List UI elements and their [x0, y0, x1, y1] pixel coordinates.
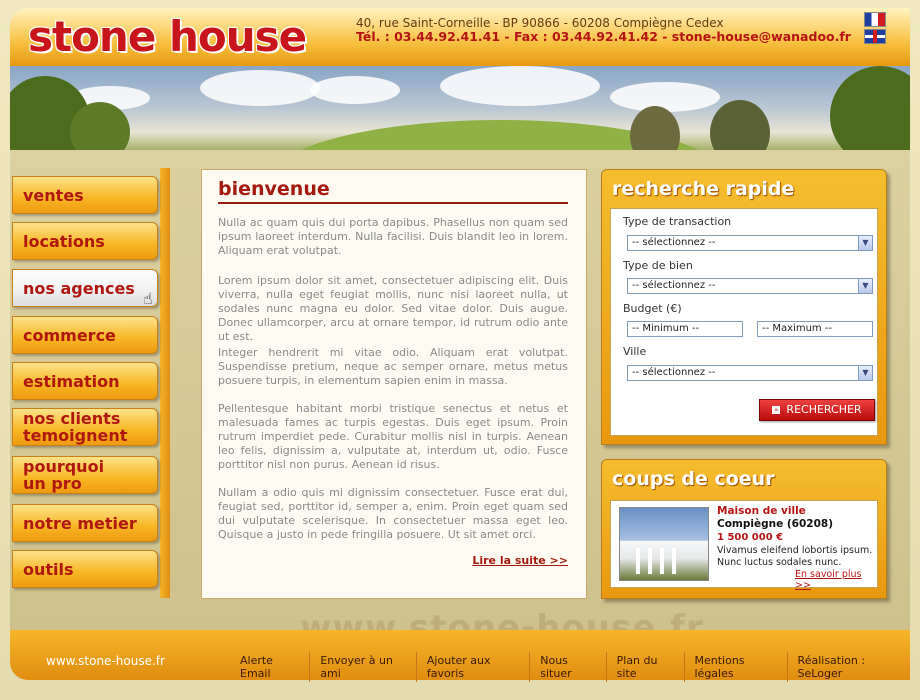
bien-select[interactable]: -- sélectionnez -- ▼ [627, 278, 873, 294]
nav-item-ventes[interactable]: ventes [12, 176, 158, 214]
property-image[interactable] [619, 507, 709, 581]
chevron-down-icon: ▼ [858, 236, 872, 250]
min-value: -- Minimum -- [632, 323, 700, 334]
chevron-right-icon: » [772, 406, 781, 414]
footer-link[interactable]: Mentions légales [683, 652, 787, 682]
nav-item-outils[interactable]: outils [12, 550, 158, 588]
budget-min-input[interactable]: -- Minimum -- [627, 321, 743, 337]
nav-item-label: locations [23, 231, 105, 251]
nav-item-nos-clients[interactable]: nos clients temoignent [12, 408, 158, 446]
fr-flag-icon[interactable] [864, 12, 886, 27]
footer-link[interactable]: Réalisation : SeLoger [786, 652, 910, 682]
footer: www.stone-house.fr Alerte Email Envoyer … [10, 630, 910, 682]
more-info-link[interactable]: En savoir plus >> [795, 569, 877, 591]
nav-item-pourquoi[interactable]: pourquoi un pro [12, 456, 158, 494]
nav-item-label: pourquoi un pro [23, 457, 105, 493]
paragraph: Nulla ac quam quis dui porta dapibus. Ph… [218, 216, 568, 257]
nav-item-label: ventes [23, 185, 84, 205]
nav-item-notre-metier[interactable]: notre metier [12, 504, 158, 542]
property-desc: Vivamus eleifend lobortis ipsum. Nunc lu… [717, 545, 873, 568]
property-type: Maison de ville [717, 505, 806, 517]
footer-links: Alerte Email Envoyer à un ami Ajouter au… [230, 652, 910, 682]
sidebar-nav: ventes locations nos agences ☝ commerce e… [10, 168, 168, 608]
chevron-down-icon: ▼ [858, 279, 872, 293]
search-button[interactable]: » RECHERCHER [759, 399, 875, 421]
budget-label: Budget (€) [623, 302, 682, 315]
header: stone house 40, rue Saint-Corneille - BP… [10, 8, 910, 66]
footer-link[interactable]: Alerte Email [230, 652, 309, 682]
nav-item-commerce[interactable]: commerce [12, 316, 158, 354]
bien-label: Type de bien [623, 259, 693, 272]
nav-item-label: commerce [23, 325, 116, 345]
paragraph: Integer hendrerit mi vitae odio. Aliquam… [218, 346, 568, 387]
nav-item-locations[interactable]: locations [12, 222, 158, 260]
nav-item-label: outils [23, 559, 74, 579]
budget-max-input[interactable]: -- Maximum -- [757, 321, 873, 337]
paragraph: Pellentesque habitant morbi tristique se… [218, 402, 568, 471]
nav-item-nos-agences[interactable]: nos agences ☝ [12, 269, 158, 307]
ville-select[interactable]: -- sélectionnez -- ▼ [627, 365, 873, 381]
footer-site-url: www.stone-house.fr [46, 654, 165, 668]
max-value: -- Maximum -- [762, 323, 833, 334]
title-divider [218, 202, 568, 204]
nav-item-estimation[interactable]: estimation [12, 362, 158, 400]
transaction-value: -- sélectionnez -- [632, 237, 716, 248]
read-more-link[interactable]: Lire la suite >> [472, 554, 568, 567]
address-text: 40, rue Saint-Corneille - BP 90866 - 602… [356, 16, 724, 30]
nav-item-label: estimation [23, 371, 120, 391]
nav-item-label: nos agences [23, 278, 135, 298]
bien-value: -- sélectionnez -- [632, 280, 716, 291]
search-form: Type de transaction -- sélectionnez -- ▼ … [610, 208, 878, 436]
uk-flag-icon[interactable] [864, 29, 886, 44]
coups-de-coeur-box: coups de coeur Maison de ville Compiègne… [601, 459, 887, 599]
footer-link[interactable]: Nous situer [529, 652, 605, 682]
paragraph: Nullam a odio quis mi dignissim consecte… [218, 486, 568, 541]
nav-item-label: notre metier [23, 513, 137, 533]
nav-item-label: nos clients temoignent [23, 409, 128, 445]
transaction-select[interactable]: -- sélectionnez -- ▼ [627, 235, 873, 251]
transaction-label: Type de transaction [623, 215, 732, 228]
footer-link[interactable]: Envoyer à un ami [309, 652, 416, 682]
search-button-label: RECHERCHER [786, 403, 862, 416]
chevron-down-icon: ▼ [858, 366, 872, 380]
footer-link[interactable]: Ajouter aux favoris [415, 652, 529, 682]
property-price: 1 500 000 € [717, 532, 784, 543]
contact-text: Tél. : 03.44.92.41.41 - Fax : 03.44.92.4… [356, 29, 851, 44]
ville-value: -- sélectionnez -- [632, 367, 716, 378]
hand-cursor-icon: ☝ [143, 289, 153, 308]
page-title: bienvenue [218, 178, 330, 200]
paragraph: Lorem ipsum dolor sit amet, consectetuer… [218, 274, 568, 343]
welcome-panel: bienvenue Nulla ac quam quis dui porta d… [201, 169, 587, 599]
ville-label: Ville [623, 345, 647, 358]
footer-link[interactable]: Plan du site [605, 652, 684, 682]
logo[interactable]: stone house [28, 12, 307, 61]
search-title: recherche rapide [612, 178, 795, 200]
property-city: Compiègne (60208) [717, 518, 833, 530]
coeur-title: coups de coeur [612, 468, 775, 490]
coeur-card[interactable]: Maison de ville Compiègne (60208) 1 500 … [610, 500, 878, 591]
search-box: recherche rapide Type de transaction -- … [601, 169, 887, 445]
